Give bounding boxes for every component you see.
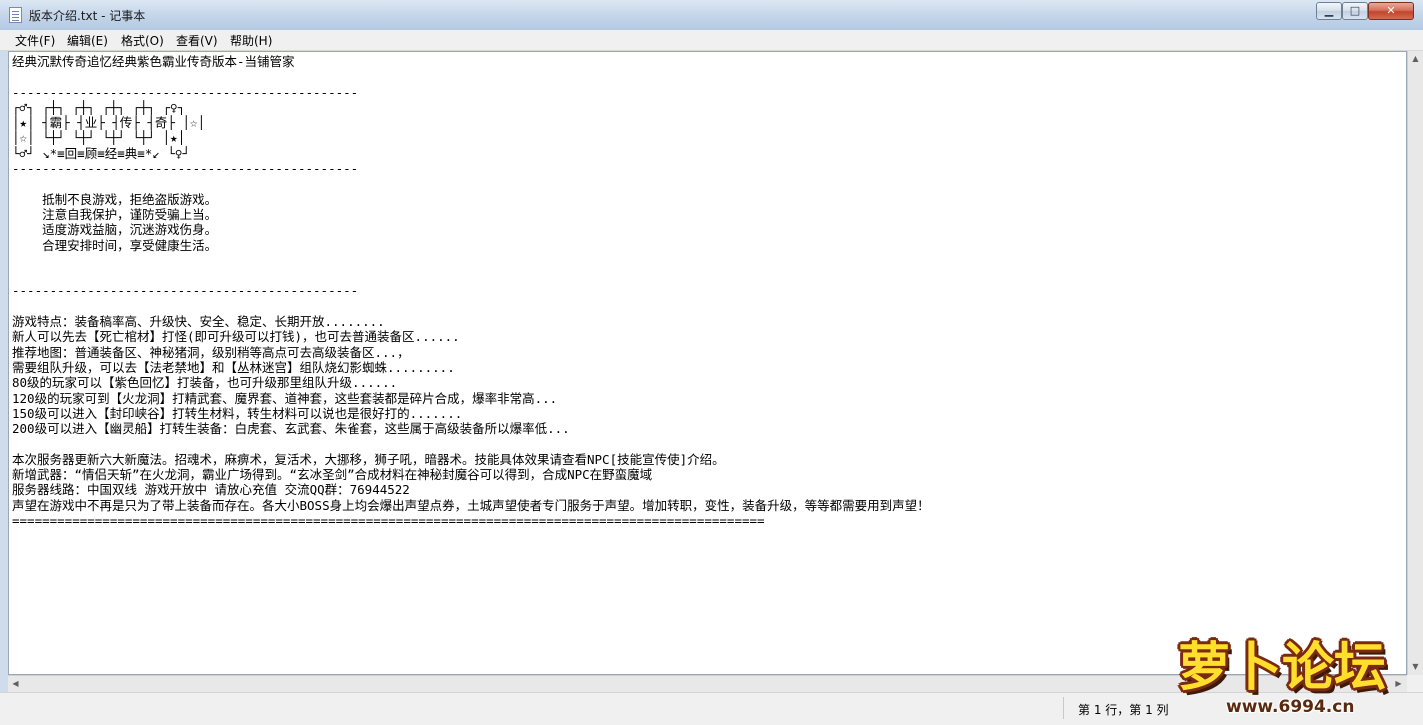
watermark-brand: 萝卜论坛 xyxy=(1178,638,1387,698)
menu-edit[interactable]: 编辑(E) xyxy=(67,32,108,49)
text-edit-area[interactable]: 经典沉默传奇追忆经典紫色霸业传奇版本-当铺管家 ----------------… xyxy=(8,51,1407,675)
scroll-up-icon[interactable]: ▲ xyxy=(1408,51,1423,66)
scroll-left-icon[interactable]: ◀ xyxy=(8,676,23,691)
notepad-window: 版本介绍.txt - 记事本 ▁ □ ✕ 文件(F) 编辑(E) 格式(O) 查… xyxy=(0,0,1423,725)
menu-format[interactable]: 格式(O) xyxy=(121,32,164,49)
cursor-position: 第 1 行，第 1 列 xyxy=(1078,703,1169,717)
watermark-url: www.6994.cn xyxy=(1226,697,1355,717)
maximize-button[interactable]: □ xyxy=(1342,2,1368,20)
watermark-logo: 萝卜论坛 www.6994.cn xyxy=(1178,625,1418,723)
menu-bar: 文件(F) 编辑(E) 格式(O) 查看(V) 帮助(H) xyxy=(0,30,1423,51)
menu-view[interactable]: 查看(V) xyxy=(176,32,218,49)
menu-file[interactable]: 文件(F) xyxy=(15,32,55,49)
window-title: 版本介绍.txt - 记事本 xyxy=(29,9,146,23)
document-text[interactable]: 经典沉默传奇追忆经典紫色霸业传奇版本-当铺管家 ----------------… xyxy=(12,54,930,528)
close-button[interactable]: ✕ xyxy=(1368,2,1414,20)
notepad-icon[interactable] xyxy=(9,7,22,23)
menu-help[interactable]: 帮助(H) xyxy=(230,32,272,49)
status-divider xyxy=(1063,697,1064,719)
title-bar[interactable]: 版本介绍.txt - 记事本 ▁ □ ✕ xyxy=(0,0,1423,30)
vertical-scrollbar[interactable]: ▲ ▼ xyxy=(1407,51,1423,675)
minimize-button[interactable]: ▁ xyxy=(1316,2,1342,20)
